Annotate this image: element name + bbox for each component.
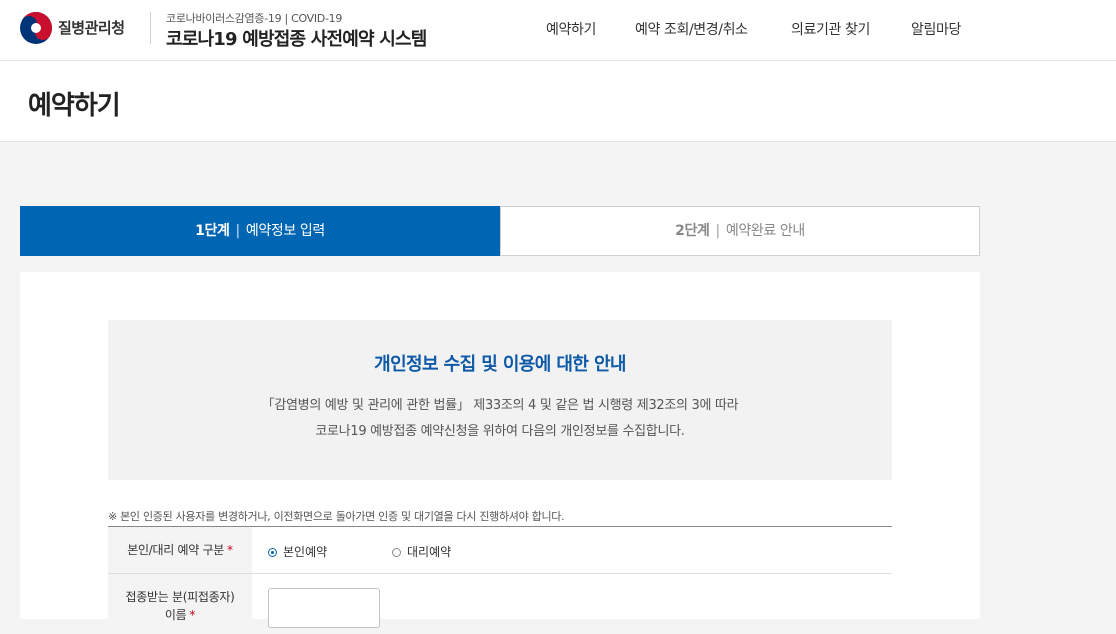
reservation-type-label-text: 본인/대리 예약 구분 (127, 543, 224, 557)
radio-self-reservation[interactable]: 본인예약 (268, 543, 327, 560)
nav-lookup-change-cancel[interactable]: 예약 조회/변경/취소 (635, 19, 748, 39)
step-1-active: 1단계 | 예약정보 입력 (20, 206, 500, 256)
page-title: 예약하기 (28, 91, 121, 121)
reservation-type-row: 본인/대리 예약 구분 * 본인예약 대리예약 (108, 527, 892, 574)
taegeuk-logo-icon[interactable] (20, 12, 52, 44)
step-label: 예약정보 입력 (245, 223, 325, 239)
step-number: 1단계 (195, 223, 230, 239)
privacy-notice-box: 개인정보 수집 및 이용에 대한 안내 「감염병의 예방 및 관리에 관한 법률… (108, 320, 892, 480)
header-divider (150, 12, 151, 44)
recipient-name-label-line-1: 접종받는 분(피접종자) (125, 590, 235, 604)
privacy-notice-line-1: 「감염병의 예방 및 관리에 관한 법률」 제33조의 4 및 같은 법 시행령… (261, 398, 739, 413)
reservation-type-label: 본인/대리 예약 구분 * (108, 527, 252, 573)
privacy-notice-title: 개인정보 수집 및 이용에 대한 안내 (374, 354, 626, 375)
page-title-band: 예약하기 (0, 61, 1116, 142)
step-number: 2단계 (675, 223, 710, 239)
content-card: 개인정보 수집 및 이용에 대한 안내 「감염병의 예방 및 관리에 관한 법률… (20, 272, 980, 634)
radio-self-label: 본인예약 (283, 545, 328, 559)
step-label: 예약완료 안내 (725, 223, 805, 239)
step-indicator: 1단계 | 예약정보 입력 2단계 | 예약완료 안내 (20, 206, 980, 256)
recipient-name-label: 접종받는 분(피접종자) 이름 * (108, 574, 252, 634)
nav-find-hospital[interactable]: 의료기관 찾기 (791, 19, 870, 39)
radio-proxy-label: 대리예약 (407, 545, 452, 559)
recipient-name-input[interactable] (268, 588, 380, 628)
step-2-inactive: 2단계 | 예약완료 안내 (500, 206, 980, 256)
auth-warning-text: ※ 본인 인증된 사용자를 변경하거나, 이전화면으로 돌아가면 인증 및 대기… (108, 510, 565, 523)
recipient-name-label-line-2: 이름 (164, 608, 187, 622)
site-header: 질병관리청 코로나바이러스감염증-19 | COVID-19 코로나19 예방접… (0, 0, 1116, 61)
step-separator: | (715, 223, 721, 239)
radio-proxy-reservation[interactable]: 대리예약 (392, 543, 451, 560)
radio-checked-icon[interactable] (268, 548, 277, 557)
recipient-name-row: 접종받는 분(피접종자) 이름 * (108, 574, 892, 634)
radio-unchecked-icon[interactable] (392, 548, 401, 557)
nav-notice-board[interactable]: 알림마당 (911, 19, 961, 39)
required-mark: * (189, 608, 196, 622)
nav-reserve[interactable]: 예약하기 (546, 19, 596, 39)
reservation-form-table: 본인/대리 예약 구분 * 본인예약 대리예약 접종받는 분(피접종자) 이름 * (108, 526, 892, 634)
privacy-notice-line-2: 코로나19 예방접종 예약신청을 위하여 다음의 개인정보를 수집합니다. (315, 424, 685, 439)
required-mark: * (227, 543, 233, 557)
step-separator: | (235, 223, 241, 239)
site-title[interactable]: 코로나19 예방접종 사전예약 시스템 (166, 25, 427, 51)
agency-logo-text[interactable]: 질병관리청 (58, 17, 125, 38)
site-subtitle: 코로나바이러스감염증-19 | COVID-19 (166, 12, 343, 25)
